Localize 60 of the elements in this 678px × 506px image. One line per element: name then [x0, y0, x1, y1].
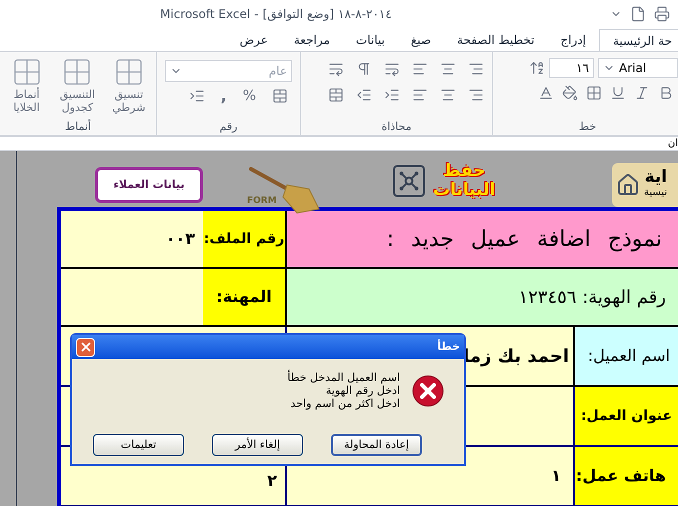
font-color-icon[interactable] [538, 85, 554, 101]
ribbon-group-label: خط [578, 119, 598, 135]
style-button[interactable]: تنسيق شرطي [112, 56, 146, 114]
comma-button[interactable]: , [220, 84, 227, 108]
fill-color-icon[interactable] [562, 85, 578, 101]
decrease-indent-icon[interactable] [356, 87, 372, 103]
file-number-label: رقم الملف: [203, 211, 287, 269]
underline-icon[interactable] [610, 85, 626, 101]
new-file-icon[interactable] [630, 6, 646, 22]
work-phone-label: هاتف عمل: [575, 447, 678, 506]
text-direction-icon[interactable] [356, 61, 372, 77]
id-number-text: رقم الهوية: ١٢٣٤٥٦ [287, 269, 678, 327]
clear-form-caption: FORM [247, 195, 277, 208]
italic-icon[interactable] [634, 85, 650, 101]
ribbon-group-label: أنماط [64, 119, 92, 135]
ribbon-tab[interactable]: عرض [226, 29, 281, 51]
window-title: Microsoft Excel [160, 6, 250, 23]
form-title: نموذج اضافة عميل جديد : [287, 211, 678, 269]
style-button[interactable]: التنسيق كجدول [60, 56, 96, 114]
dialog-button[interactable]: إلغاء الأمر [212, 434, 303, 456]
align-left-icon[interactable] [412, 87, 428, 103]
ribbon-tab[interactable]: إدراج [547, 29, 599, 51]
font-name-field[interactable]: Arial [598, 58, 678, 78]
error-message: ادخل اكثر من اسم واحد [289, 397, 400, 410]
style-button[interactable]: أنماط الخلايا [10, 56, 43, 114]
ribbon-tab[interactable]: صيغ [398, 29, 444, 51]
window-title: - [254, 6, 259, 23]
ribbon-group-label: محاذاة [380, 119, 413, 135]
ribbon-tab[interactable]: حة الرئيسية [599, 29, 678, 51]
customers-button[interactable]: بيانات العملاء [95, 167, 203, 203]
close-icon [78, 340, 92, 354]
font-size-field[interactable]: ١٦ [549, 58, 594, 78]
error-icon [412, 374, 444, 406]
house-icon [616, 173, 640, 197]
align-center-icon[interactable] [440, 87, 456, 103]
home-button[interactable]: اية نيسية [612, 163, 678, 207]
error-message: اسم العميل المدخل خطأ [287, 371, 400, 384]
ribbon-tab[interactable]: تخطيط الصفحة [444, 29, 548, 51]
borders-icon[interactable] [586, 85, 602, 101]
window-title: ٢٠١٤-٨-١٨ [338, 6, 392, 23]
customer-name-label: اسم العميل: [575, 327, 678, 387]
ribbon-group-label: رقم [218, 119, 238, 135]
work-address-label: عنوان العمل: [575, 387, 678, 447]
percent-button[interactable]: % [242, 86, 256, 106]
dialog-button[interactable]: إعادة المحاولة [331, 434, 422, 456]
dialog-button[interactable]: تعليمات [93, 434, 184, 456]
error-message: ادخل رقم الهوية [324, 384, 400, 397]
window-title: [وضع التوافق] [262, 6, 334, 23]
ribbon-tab[interactable]: بيانات [342, 29, 398, 51]
profession-label: المهنة: [203, 269, 287, 327]
merge-cells-icon[interactable] [328, 87, 344, 103]
align-right-icon[interactable] [468, 87, 484, 103]
increase-indent-icon[interactable] [384, 87, 400, 103]
file-number-value: ٠٠٣ [61, 211, 203, 269]
dialog-title: خطأ [437, 338, 460, 355]
print-preview-icon[interactable] [654, 6, 670, 22]
formula-bar-text: ان [668, 138, 678, 148]
ribbon-tab[interactable]: مراجعة [280, 29, 343, 51]
wrap-text-icon[interactable] [328, 61, 344, 77]
close-button[interactable] [76, 338, 95, 356]
